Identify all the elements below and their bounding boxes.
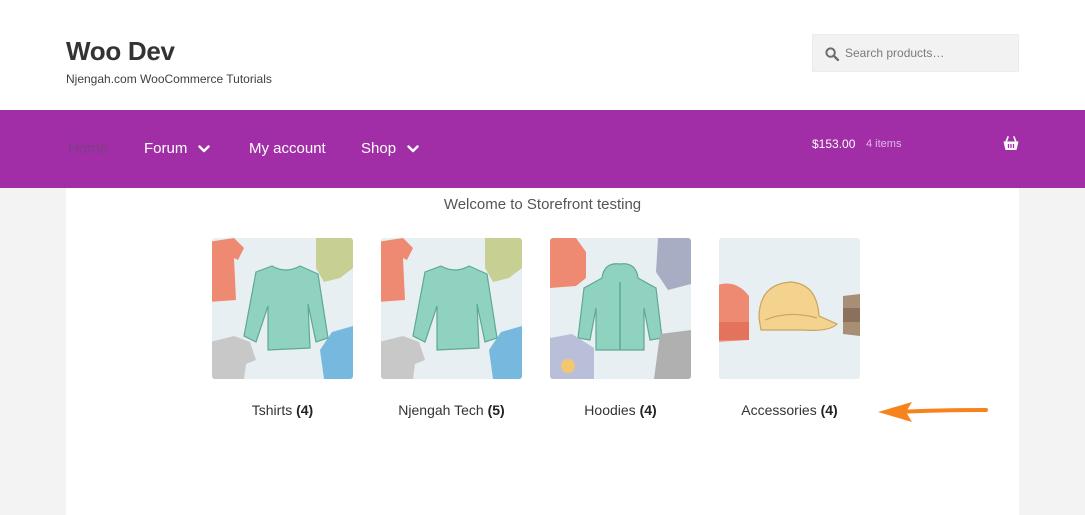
site-title[interactable]: Woo Dev — [66, 36, 175, 67]
category-name: Tshirts — [251, 402, 293, 418]
annotation-arrow — [878, 402, 988, 422]
nav-item-label: Forum — [144, 140, 188, 157]
category-count: (4) — [639, 402, 657, 418]
tshirts-image — [212, 238, 353, 379]
site-description: Njengah.com WooCommerce Tutorials — [66, 72, 272, 86]
welcome-heading: Welcome to Storefront testing — [443, 196, 642, 213]
category-name: Njengah Tech — [398, 402, 484, 418]
nav-item-my-account[interactable]: My account — [249, 140, 326, 157]
search-input[interactable] — [845, 35, 1015, 71]
category-name: Hoodies — [584, 402, 636, 418]
category-count: (4) — [820, 402, 838, 418]
main-content: Welcome to Storefront testing Tshirts (4… — [66, 188, 1019, 515]
nav-item-shop[interactable]: Shop — [361, 140, 419, 157]
nav-item-forum[interactable]: Forum — [144, 140, 211, 157]
basket-icon[interactable] — [1003, 136, 1019, 151]
category-thumbnail[interactable] — [719, 238, 860, 379]
category-label[interactable]: Accessories (4) — [689, 402, 890, 418]
category-thumbnail[interactable] — [381, 238, 522, 379]
category-count: (5) — [487, 402, 505, 418]
category-tshirts[interactable]: Tshirts (4) — [212, 238, 353, 418]
category-name: Accessories — [741, 402, 817, 418]
cart-item-count[interactable]: 4 items — [866, 138, 901, 150]
chevron-down-icon — [198, 144, 211, 152]
cart-total[interactable]: $153.00 — [812, 137, 855, 151]
accessories-image — [719, 238, 860, 379]
category-thumbnail[interactable] — [550, 238, 691, 379]
nav-item-label: My account — [249, 140, 326, 157]
category-accessories[interactable]: Accessories (4) — [719, 238, 860, 418]
search-box[interactable] — [812, 34, 1019, 72]
site-header: Woo Dev Njengah.com WooCommerce Tutorial… — [0, 0, 1085, 110]
nav-item-home[interactable]: Home — [68, 140, 108, 157]
category-count: (4) — [296, 402, 314, 418]
category-thumbnail[interactable] — [212, 238, 353, 379]
primary-navigation: Home Forum My account Shop $153.00 4 ite… — [0, 110, 1085, 188]
nav-item-label: Home — [68, 140, 109, 157]
hoodies-image — [550, 238, 691, 379]
category-njengah-tech[interactable]: Njengah Tech (5) — [381, 238, 522, 418]
chevron-down-icon — [407, 144, 419, 152]
nav-item-label: Shop — [361, 140, 397, 157]
category-hoodies[interactable]: Hoodies (4) — [550, 238, 691, 418]
search-icon — [825, 47, 839, 61]
njengah-tech-image — [381, 238, 522, 379]
